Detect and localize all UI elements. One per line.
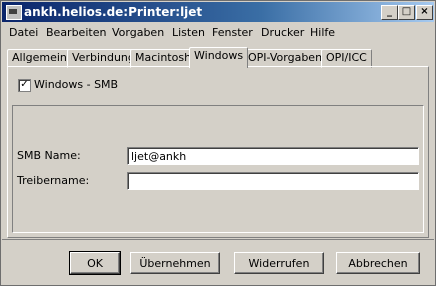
ok-button[interactable]: OK: [69, 251, 121, 275]
revert-button[interactable]: Widerrufen: [234, 252, 324, 274]
windows-smb-checkbox[interactable]: ✓: [18, 79, 31, 92]
title-bar[interactable]: ankh.helios.de:Printer:ljet _ □ ×: [2, 2, 434, 22]
maximize-button[interactable]: □: [398, 5, 415, 20]
menu-vorgaben[interactable]: Vorgaben: [112, 26, 164, 39]
windows-tab-panel: ✓ Windows - SMB SMB Name: ljet@ankh Trei…: [7, 66, 429, 238]
menu-bar: Datei Bearbeiten Vorgaben Listen Fenster…: [2, 23, 434, 43]
close-button[interactable]: ×: [416, 5, 433, 20]
menu-hilfe[interactable]: Hilfe: [310, 26, 335, 39]
treibername-field[interactable]: [127, 172, 419, 190]
menu-listen[interactable]: Listen: [172, 26, 205, 39]
treibername-label: Treibername:: [17, 174, 90, 187]
smb-settings-group: SMB Name: ljet@ankh Treibername:: [12, 105, 424, 233]
button-bar: OK Übernehmen Widerrufen Abbrechen: [2, 239, 434, 286]
menu-datei[interactable]: Datei: [9, 26, 38, 39]
menu-fenster[interactable]: Fenster: [212, 26, 253, 39]
smb-name-field[interactable]: ljet@ankh: [127, 147, 419, 165]
window-title: ankh.helios.de:Printer:ljet: [24, 5, 203, 19]
apply-button[interactable]: Übernehmen: [130, 252, 220, 274]
windows-smb-label: Windows - SMB: [34, 78, 119, 91]
smb-name-label: SMB Name:: [17, 149, 81, 162]
tab-windows[interactable]: Windows: [189, 47, 249, 68]
menu-bearbeiten[interactable]: Bearbeiten: [46, 26, 106, 39]
menu-drucker[interactable]: Drucker: [261, 26, 304, 39]
tab-strip: Allgemein Verbindung Macintosh Windows O…: [7, 47, 431, 68]
minimize-button[interactable]: _: [381, 5, 398, 20]
printer-dialog-window: ankh.helios.de:Printer:ljet _ □ × Datei …: [0, 0, 436, 286]
printer-app-icon: [6, 5, 22, 20]
cancel-button[interactable]: Abbrechen: [336, 252, 420, 274]
